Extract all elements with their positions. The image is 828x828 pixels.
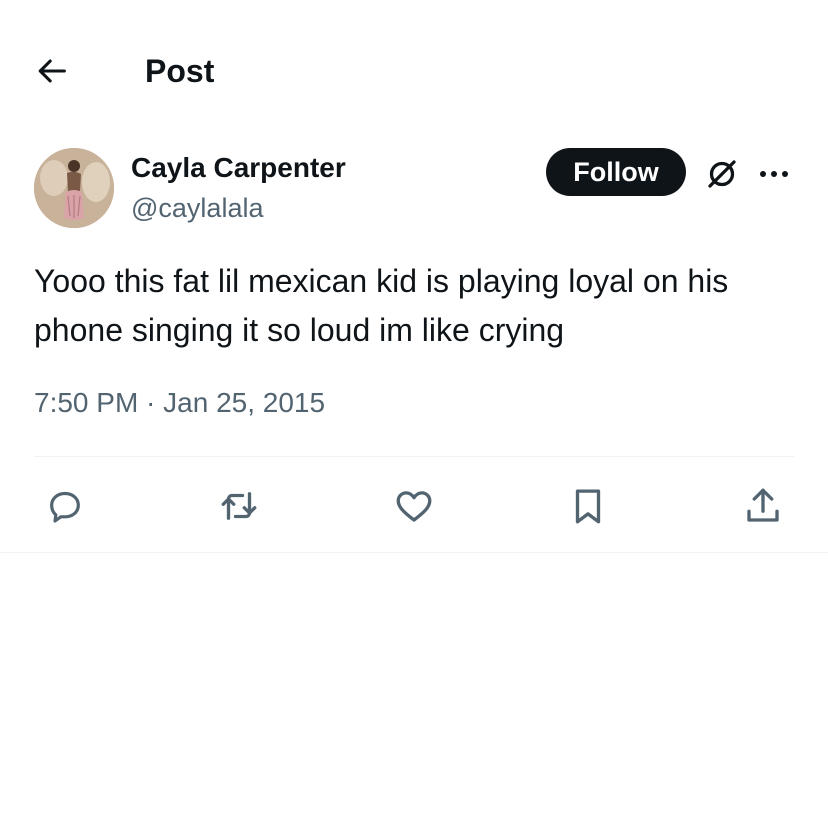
tweet-timestamp[interactable]: 7:50 PM · Jan 25, 2015 [34,385,325,421]
grok-button[interactable] [702,154,742,194]
bookmark-icon [567,485,609,527]
share-icon [742,485,784,527]
reply-icon [45,486,85,526]
avatar[interactable] [34,148,114,228]
top-bar: Post [0,0,828,140]
divider [34,456,794,457]
more-options-button[interactable] [756,156,792,192]
like-button[interactable] [390,482,438,530]
more-horizontal-icon [758,168,790,180]
retweet-icon [218,485,260,527]
retweet-button[interactable] [215,482,263,530]
bookmark-button[interactable] [564,482,612,530]
avatar-image [34,148,114,228]
follow-button[interactable]: Follow [546,148,686,196]
action-bar [0,470,828,540]
like-icon [393,485,435,527]
grok-icon [704,156,740,192]
share-button[interactable] [739,482,787,530]
tweet-text: Yooo this fat lil mexican kid is playing… [34,263,729,348]
back-button[interactable] [30,48,76,94]
author-handle[interactable]: @caylalala [131,191,263,225]
divider [0,552,828,553]
page-title: Post [145,53,215,89]
arrow-left-icon [36,54,70,88]
author-display-name[interactable]: Cayla Carpenter [131,151,346,185]
reply-button[interactable] [41,482,89,530]
